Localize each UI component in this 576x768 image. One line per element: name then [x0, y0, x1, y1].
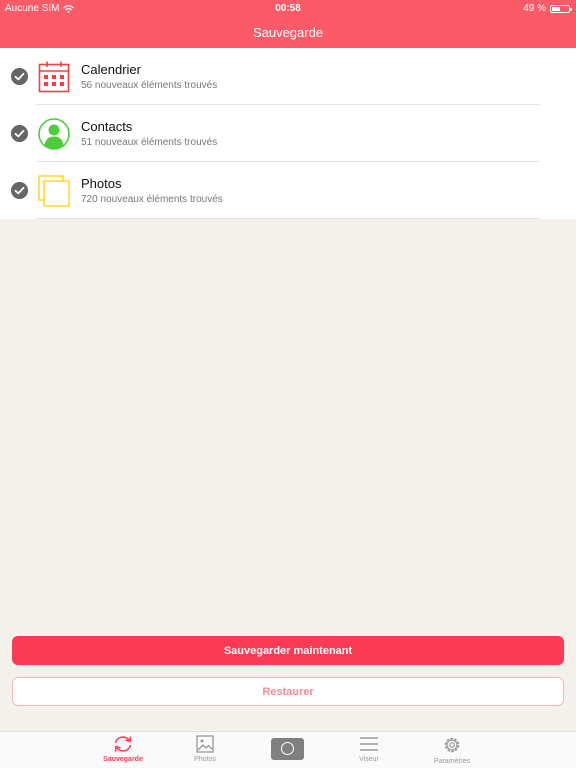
item-subtitle: 56 nouveaux éléments trouvés: [81, 80, 218, 91]
tab-label: Photos: [194, 756, 216, 763]
tab-photos[interactable]: Photos: [175, 735, 235, 763]
page-title: Sauvegarde: [252, 25, 324, 40]
battery-icon: [550, 4, 572, 13]
checkmark-icon[interactable]: [11, 125, 28, 142]
tab-backup[interactable]: Sauvegarde: [93, 735, 153, 763]
tab-viewer[interactable]: Viseur: [339, 735, 399, 763]
sync-icon: [114, 736, 132, 752]
calendar-icon: [38, 61, 70, 93]
battery-fill: [552, 6, 560, 11]
list-item-calendar[interactable]: Calendrier 56 nouveaux éléments trouvés: [0, 48, 576, 105]
backup-now-button[interactable]: Sauvegarder maintenant: [12, 636, 564, 665]
tab-label: Sauvegarde: [103, 756, 143, 763]
item-subtitle: 51 nouveaux éléments trouvés: [81, 137, 218, 148]
backup-list: Calendrier 56 nouveaux éléments trouvés …: [0, 48, 576, 219]
item-title: Photos: [81, 176, 122, 191]
camera-button[interactable]: [271, 738, 304, 760]
restore-button[interactable]: Restaurer: [12, 677, 564, 706]
divider: [36, 218, 540, 219]
tab-settings[interactable]: Paramètres: [422, 735, 482, 765]
list-item-photos[interactable]: Photos 720 nouveaux éléments trouvés: [0, 162, 576, 219]
checkmark-icon[interactable]: [11, 68, 28, 85]
checkmark-icon[interactable]: [11, 182, 28, 199]
header-bar: Aucune SIM 00:58 49 % Sauvegarde: [0, 0, 576, 48]
item-title: Calendrier: [81, 62, 141, 77]
gear-icon: [444, 737, 460, 753]
battery-percent: 49 %: [523, 3, 546, 14]
image-icon: [196, 735, 214, 753]
item-subtitle: 720 nouveaux éléments trouvés: [81, 194, 223, 205]
item-title: Contacts: [81, 119, 133, 134]
camera-icon: [281, 742, 294, 755]
tab-label: Paramètres: [433, 758, 471, 765]
status-right: 49 %: [523, 3, 572, 14]
tab-label: Viseur: [359, 756, 379, 763]
menu-icon: [360, 737, 378, 751]
photos-icon: [38, 175, 70, 207]
list-item-contacts[interactable]: Contacts 51 nouveaux éléments trouvés: [0, 105, 576, 162]
status-bar: Aucune SIM 00:58 49 %: [0, 0, 576, 16]
contact-icon: [38, 118, 70, 150]
status-time: 00:58: [275, 3, 301, 14]
